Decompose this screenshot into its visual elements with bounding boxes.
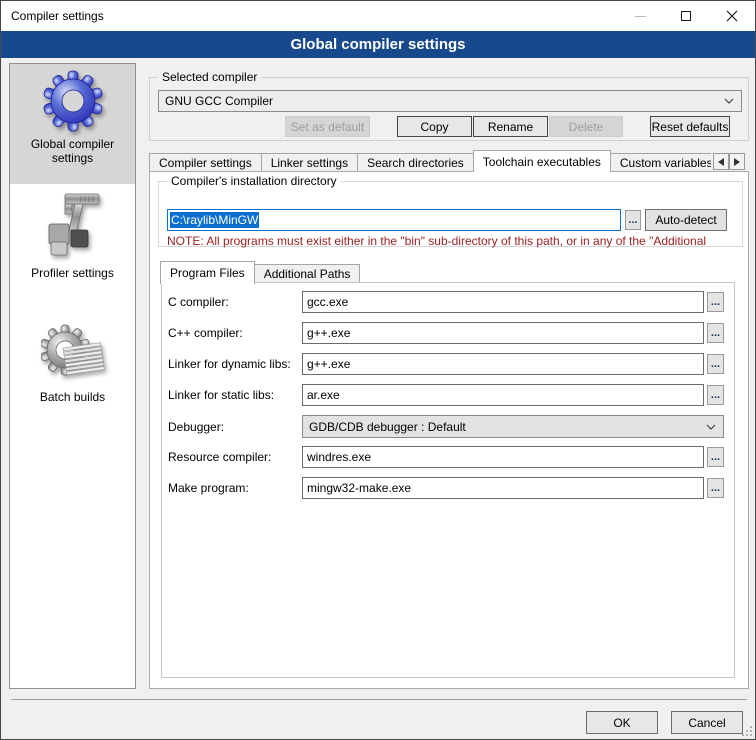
close-button[interactable] [709, 1, 755, 31]
close-icon [726, 10, 738, 22]
c-compiler-input[interactable] [302, 291, 704, 313]
selected-compiler-group-label: Selected compiler [158, 70, 261, 84]
reset-defaults-button[interactable]: Reset defaults [650, 116, 730, 137]
resource-compiler-input[interactable] [302, 446, 704, 468]
linker-dynamic-input[interactable] [302, 353, 704, 375]
tab-compiler-settings[interactable]: Compiler settings [149, 153, 262, 172]
installation-directory-group: Compiler's installation directory C:\ray… [158, 181, 743, 247]
linker-dynamic-label: Linker for dynamic libs: [168, 357, 291, 371]
tab-custom-variables[interactable]: Custom variables [610, 153, 711, 172]
maximize-icon [681, 11, 691, 21]
dialog-banner: Global compiler settings [1, 31, 755, 58]
arrow-left-icon [718, 158, 724, 166]
c-compiler-label: C compiler: [168, 295, 229, 309]
sidebar-item-profiler-settings[interactable]: Profiler settings [10, 190, 135, 292]
tab-program-files[interactable]: Program Files [160, 261, 255, 284]
toolchain-executables-page: Compiler's installation directory C:\ray… [149, 171, 749, 689]
program-files-tabs: Program Files Additional Paths [161, 260, 360, 283]
installation-directory-input[interactable]: C:\raylib\MinGW [167, 209, 621, 231]
make-program-browse-button[interactable]: ... [707, 478, 724, 498]
sidebar-item-global-compiler-settings[interactable]: Global compiler settings [10, 64, 135, 184]
linker-dynamic-browse-button[interactable]: ... [707, 354, 724, 374]
cpp-compiler-browse-button[interactable]: ... [707, 323, 724, 343]
selected-compiler-group: Selected compiler GNU GCC Compiler Set a… [149, 77, 749, 141]
window-title: Compiler settings [11, 9, 104, 23]
sidebar-item-label: Batch builds [40, 390, 105, 404]
titlebar[interactable]: Compiler settings [1, 1, 755, 31]
tab-toolchain-executables[interactable]: Toolchain executables [473, 150, 611, 172]
footer-divider [11, 699, 747, 700]
auto-detect-button[interactable]: Auto-detect [645, 209, 727, 231]
caliper-icon [41, 190, 105, 262]
tab-scroll-right-button[interactable] [729, 153, 745, 170]
minimize-button[interactable] [617, 1, 663, 31]
installation-note: NOTE: All programs must exist either in … [167, 234, 737, 248]
selected-compiler-dropdown[interactable]: GNU GCC Compiler [158, 90, 742, 112]
sidebar-item-label: Profiler settings [31, 266, 114, 280]
cpp-compiler-input[interactable] [302, 322, 704, 344]
gray-gear-stack-icon [41, 320, 105, 386]
compiler-options-tabs: Compiler settings Linker settings Search… [149, 150, 711, 172]
tab-linker-settings[interactable]: Linker settings [261, 153, 358, 172]
banner-title: Global compiler settings [290, 36, 465, 53]
installation-directory-group-label: Compiler's installation directory [167, 174, 341, 188]
chevron-down-icon [706, 424, 716, 430]
tab-additional-paths[interactable]: Additional Paths [254, 264, 361, 283]
make-program-input[interactable] [302, 477, 704, 499]
resource-compiler-browse-button[interactable]: ... [707, 447, 724, 467]
installation-directory-browse-button[interactable]: ... [625, 210, 641, 230]
ok-button[interactable]: OK [586, 711, 658, 734]
linker-static-input[interactable] [302, 384, 704, 406]
sidebar-item-label: Global compiler settings [10, 137, 135, 165]
cpp-compiler-label: C++ compiler: [168, 326, 243, 340]
linker-static-browse-button[interactable]: ... [707, 385, 724, 405]
compiler-settings-dialog: Compiler settings Global compiler settin… [0, 0, 756, 740]
minimize-icon [635, 16, 646, 17]
maximize-button[interactable] [663, 1, 709, 31]
installation-directory-value: C:\raylib\MinGW [170, 212, 259, 228]
tab-scroll-left-button[interactable] [713, 153, 729, 170]
sidebar-item-batch-builds[interactable]: Batch builds [10, 320, 135, 420]
resize-grip[interactable] [742, 726, 752, 736]
copy-button[interactable]: Copy [397, 116, 472, 137]
make-program-label: Make program: [168, 481, 249, 495]
c-compiler-browse-button[interactable]: ... [707, 292, 724, 312]
debugger-label: Debugger: [168, 420, 224, 434]
linker-static-label: Linker for static libs: [168, 388, 274, 402]
rename-button[interactable]: Rename [473, 116, 548, 137]
settings-category-list: Global compiler settings Profiler settin… [9, 63, 136, 689]
tab-search-directories[interactable]: Search directories [357, 153, 474, 172]
arrow-right-icon [734, 158, 740, 166]
cancel-button[interactable]: Cancel [671, 711, 743, 734]
resource-compiler-label: Resource compiler: [168, 450, 271, 464]
delete-button[interactable]: Delete [549, 116, 623, 137]
blue-gear-icon [41, 69, 105, 133]
chevron-down-icon [724, 98, 734, 104]
set-as-default-button[interactable]: Set as default [285, 116, 370, 137]
debugger-dropdown[interactable]: GDB/CDB debugger : Default [302, 415, 724, 438]
selected-compiler-value: GNU GCC Compiler [165, 94, 273, 108]
debugger-value: GDB/CDB debugger : Default [309, 420, 466, 434]
